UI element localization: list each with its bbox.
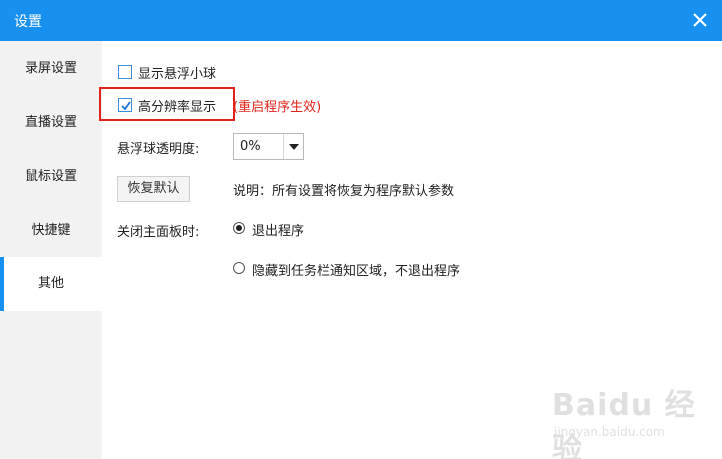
sidebar-item-mouse[interactable]: 鼠标设置 — [0, 150, 102, 204]
dropdown-arrow[interactable] — [283, 134, 303, 159]
settings-sidebar: 录屏设置 直播设置 鼠标设置 快捷键 其他 — [0, 41, 102, 459]
baidu-watermark: Baidu 经验 jingyan.baidu.com — [552, 380, 712, 459]
sidebar-item-recording[interactable]: 录屏设置 — [0, 42, 102, 96]
restore-default-button[interactable]: 恢复默认 — [117, 176, 190, 202]
sidebar-item-live[interactable]: 直播设置 — [0, 96, 102, 150]
hide-to-tray-label: 隐藏到任务栏通知区域，不退出程序 — [252, 264, 461, 279]
opacity-value: 0% — [240, 139, 261, 154]
title-bar: 设置 — [0, 0, 722, 41]
watermark-logo: Baidu 经验 — [552, 388, 696, 459]
high-dpi-label: 高分辨率显示 — [138, 100, 217, 115]
exit-program-label: 退出程序 — [252, 224, 305, 239]
opacity-label: 悬浮球透明度: — [117, 142, 200, 157]
sidebar-item-hotkeys[interactable]: 快捷键 — [0, 204, 102, 258]
chevron-down-icon — [289, 144, 299, 150]
close-panel-label: 关闭主面板时: — [117, 225, 200, 240]
close-icon — [693, 13, 707, 27]
restore-description: 说明：所有设置将恢复为程序默认参数 — [233, 184, 455, 199]
window-title: 设置 — [14, 14, 42, 30]
hide-to-tray-radio[interactable] — [233, 262, 245, 274]
restart-note: (重启程序生效) — [233, 100, 322, 115]
exit-program-radio[interactable] — [233, 222, 245, 234]
checkmark-icon — [121, 101, 131, 111]
sidebar-item-other[interactable]: 其他 — [0, 257, 102, 311]
close-button[interactable] — [686, 6, 714, 34]
opacity-select[interactable]: 0% — [233, 133, 304, 160]
floating-ball-checkbox[interactable] — [118, 65, 132, 79]
floating-ball-label: 显示悬浮小球 — [138, 67, 217, 82]
high-dpi-checkbox[interactable] — [118, 98, 132, 112]
watermark-url: jingyan.baidu.com — [554, 425, 665, 439]
